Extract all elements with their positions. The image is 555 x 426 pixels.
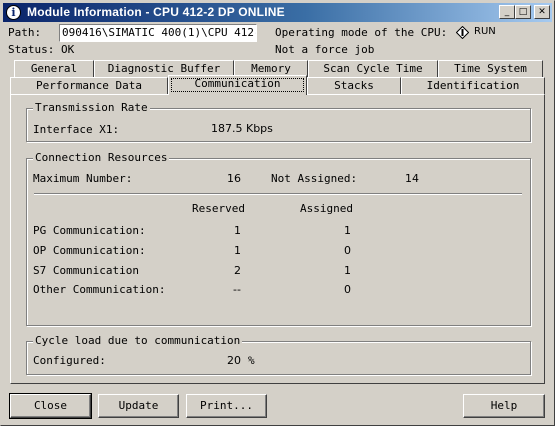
path-label: Path: — [8, 26, 42, 39]
print-button[interactable]: Print... — [186, 394, 267, 418]
title-bar[interactable]: i Module Information - CPU 412-2 DP ONLI… — [3, 3, 552, 22]
transmission-rate-title: Transmission Rate — [33, 101, 150, 114]
reserved-header: Reserved — [192, 202, 245, 215]
close-button[interactable]: Close — [9, 393, 92, 419]
path-field[interactable]: 090416\SIMATIC 400(1)\CPU 412-2 — [59, 24, 257, 42]
max-number-label: Maximum Number: — [33, 172, 133, 185]
pg-reserved-value: 1 — [234, 224, 241, 237]
max-number-value: 16 — [227, 172, 241, 185]
other-communication-label: Other Communication: — [33, 283, 166, 296]
tab-stacks[interactable]: Stacks — [307, 77, 401, 95]
s7-communication-label: S7 Communication — [33, 264, 139, 277]
status-text: Status: OK — [8, 43, 75, 56]
op-assigned-value: 0 — [344, 244, 351, 257]
configured-value: 20 — [227, 354, 241, 367]
configured-unit: % — [248, 354, 255, 367]
operating-mode-value: RUN — [474, 26, 496, 37]
operating-mode-label: Operating mode of the CPU: — [275, 26, 448, 39]
interface-label: Interface X1: — [33, 123, 120, 136]
s7-reserved-value: 2 — [234, 264, 241, 277]
update-button[interactable]: Update — [98, 394, 179, 418]
close-window-button[interactable]: ✕ — [534, 5, 550, 19]
run-state-icon — [456, 26, 469, 39]
tab-general[interactable]: General — [14, 60, 94, 78]
op-communication-label: OP Communication: — [33, 244, 146, 257]
not-assigned-label: Not Assigned: — [271, 172, 358, 185]
maximize-button[interactable]: □ — [515, 5, 531, 19]
other-assigned-value: 0 — [344, 283, 351, 296]
tab-time-system[interactable]: Time System — [438, 60, 543, 78]
tab-identification[interactable]: Identification — [401, 77, 545, 95]
configured-label: Configured: — [33, 354, 106, 367]
tab-performance-data[interactable]: Performance Data — [10, 77, 168, 95]
connection-resources-title: Connection Resources — [33, 151, 170, 164]
info-icon: i — [6, 5, 21, 20]
assigned-header: Assigned — [300, 202, 353, 215]
op-reserved-value: 1 — [234, 244, 241, 257]
separator — [34, 193, 522, 195]
window-title: Module Information - CPU 412-2 DP ONLINE — [27, 5, 285, 19]
help-button[interactable]: Help — [463, 394, 545, 418]
pg-communication-label: PG Communication: — [33, 224, 146, 237]
cycle-load-title: Cycle load due to communication — [33, 334, 243, 347]
not-assigned-value: 14 — [405, 172, 419, 185]
minimize-button[interactable]: _ — [499, 5, 515, 19]
pg-assigned-value: 1 — [344, 224, 351, 237]
interface-value: 187.5 Kbps — [211, 122, 273, 135]
s7-assigned-value: 1 — [344, 264, 351, 277]
module-information-window: i Module Information - CPU 412-2 DP ONLI… — [0, 0, 555, 426]
force-job-text: Not a force job — [275, 43, 375, 56]
other-reserved-value: -- — [233, 283, 241, 296]
tab-scan-cycle-time[interactable]: Scan Cycle Time — [308, 60, 438, 78]
tab-communication[interactable]: Communication — [168, 75, 307, 95]
